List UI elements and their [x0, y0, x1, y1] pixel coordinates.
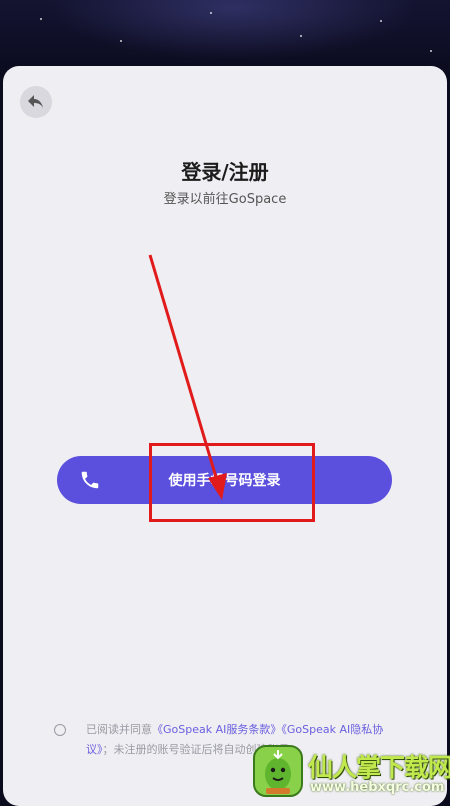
- page-subtitle: 登录以前往GoSpace: [163, 192, 287, 207]
- agreement-checkbox[interactable]: [54, 724, 66, 736]
- agreement-suffix: ；未注册的账号验证后将自动创建账号: [102, 743, 290, 756]
- back-arrow-icon: [28, 95, 43, 108]
- phone-login-label: 使用手机号码登录: [168, 473, 281, 489]
- star: [430, 50, 432, 52]
- phone-icon: [81, 471, 99, 489]
- star: [300, 35, 302, 37]
- agreement-row: 已阅读并同意《GoSpeak AI服务条款》《GoSpeak AI隐私协议》；未…: [54, 720, 398, 760]
- phone-login-button[interactable]: 使用手机号码登录: [57, 456, 392, 504]
- agreement-text: 已阅读并同意《GoSpeak AI服务条款》《GoSpeak AI隐私协议》；未…: [58, 720, 398, 760]
- back-button[interactable]: [20, 86, 52, 118]
- terms-link[interactable]: 《GoSpeak AI服务条款》: [152, 723, 281, 736]
- starry-background: [0, 0, 450, 75]
- star: [380, 20, 382, 22]
- login-sheet: 登录/注册 登录以前往GoSpace 使用手机号码登录 已阅读并同意《GoSpe…: [3, 66, 447, 806]
- page-title: 登录/注册: [181, 160, 269, 184]
- star: [40, 18, 42, 20]
- agreement-prefix: 已阅读并同意: [86, 723, 152, 736]
- star: [120, 40, 122, 42]
- star: [210, 12, 212, 14]
